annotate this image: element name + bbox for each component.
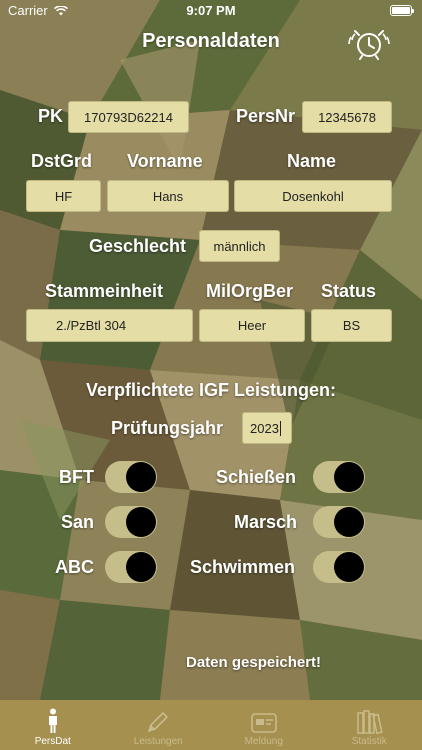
status-label: Status [321, 281, 377, 301]
pk-field[interactable]: 170793D62214 [68, 101, 189, 133]
switch-label-marsch: Marsch [234, 512, 298, 532]
dstgrd-field[interactable]: HF [26, 180, 101, 212]
persnr-label: PersNr [236, 106, 296, 126]
geschlecht-label: Geschlecht [89, 236, 187, 256]
toggle-knob [126, 507, 156, 537]
id-card-icon [250, 713, 277, 733]
name-field[interactable]: Dosenkohl [234, 180, 392, 212]
tab-label: Meldung [244, 736, 283, 747]
toggle-knob [334, 552, 364, 582]
marsch-toggle[interactable] [313, 506, 365, 538]
tab-persdat[interactable]: PersDat [0, 700, 106, 750]
status-time: 9:07 PM [186, 3, 236, 18]
books-icon [357, 710, 383, 734]
pk-label: PK [38, 106, 64, 126]
vorname-field[interactable]: Hans [107, 180, 229, 212]
tab-label: PersDat [34, 736, 71, 747]
toggle-knob [126, 552, 156, 582]
tab-statistik[interactable]: Statistik [317, 700, 422, 750]
stammeinheit-label: Stammeinheit [45, 281, 164, 301]
abc-toggle[interactable] [105, 551, 157, 583]
vorname-label: Vorname [127, 151, 203, 171]
alarm-clock-icon[interactable] [348, 28, 390, 60]
save-message: Daten gespeichert! [186, 654, 322, 671]
stammeinheit-field[interactable]: 2./PzBtl 304 [26, 309, 193, 342]
schiessen-toggle[interactable] [313, 461, 365, 493]
switch-label-abc: ABC [55, 557, 94, 577]
dstgrd-label: DstGrd [31, 151, 93, 171]
pruefungsjahr-label: Prüfungsjahr [111, 418, 224, 438]
pruefungsjahr-field[interactable]: 2023 [242, 412, 292, 444]
status-field[interactable]: BS [311, 309, 392, 342]
switch-label-schwimmen: Schwimmen [190, 557, 296, 577]
bft-toggle[interactable] [105, 461, 157, 493]
switch-label-san: San [61, 512, 95, 532]
status-bar: Carrier 9:07 PM [0, 0, 422, 22]
milorgber-label: MilOrgBer [206, 281, 294, 301]
tab-bar: PersDat Leistungen Meldung Statistik [0, 700, 422, 750]
switch-label-bft: BFT [59, 467, 94, 487]
text-cursor [279, 420, 281, 436]
person-icon [48, 708, 57, 733]
pruefungsjahr-value: 2023 [250, 420, 279, 436]
tab-leistungen[interactable]: Leistungen [106, 700, 212, 750]
milorgber-field[interactable]: Heer [199, 309, 305, 342]
persnr-field[interactable]: 12345678 [302, 101, 392, 133]
switch-label-schiessen: Schießen [216, 467, 297, 487]
tab-meldung[interactable]: Meldung [211, 700, 317, 750]
toggle-knob [126, 462, 156, 492]
toggle-knob [334, 507, 364, 537]
geschlecht-field[interactable]: männlich [199, 230, 280, 262]
tab-label: Statistik [351, 736, 387, 747]
schwimmen-toggle[interactable] [313, 551, 365, 583]
battery-icon [390, 5, 414, 16]
igf-heading: Verpflichtete IGF Leistungen: [85, 380, 337, 400]
tab-label: Leistungen [133, 736, 183, 747]
name-label: Name [287, 151, 337, 171]
san-toggle[interactable] [105, 506, 157, 538]
pencil-icon [147, 711, 169, 733]
toggle-knob [334, 462, 364, 492]
